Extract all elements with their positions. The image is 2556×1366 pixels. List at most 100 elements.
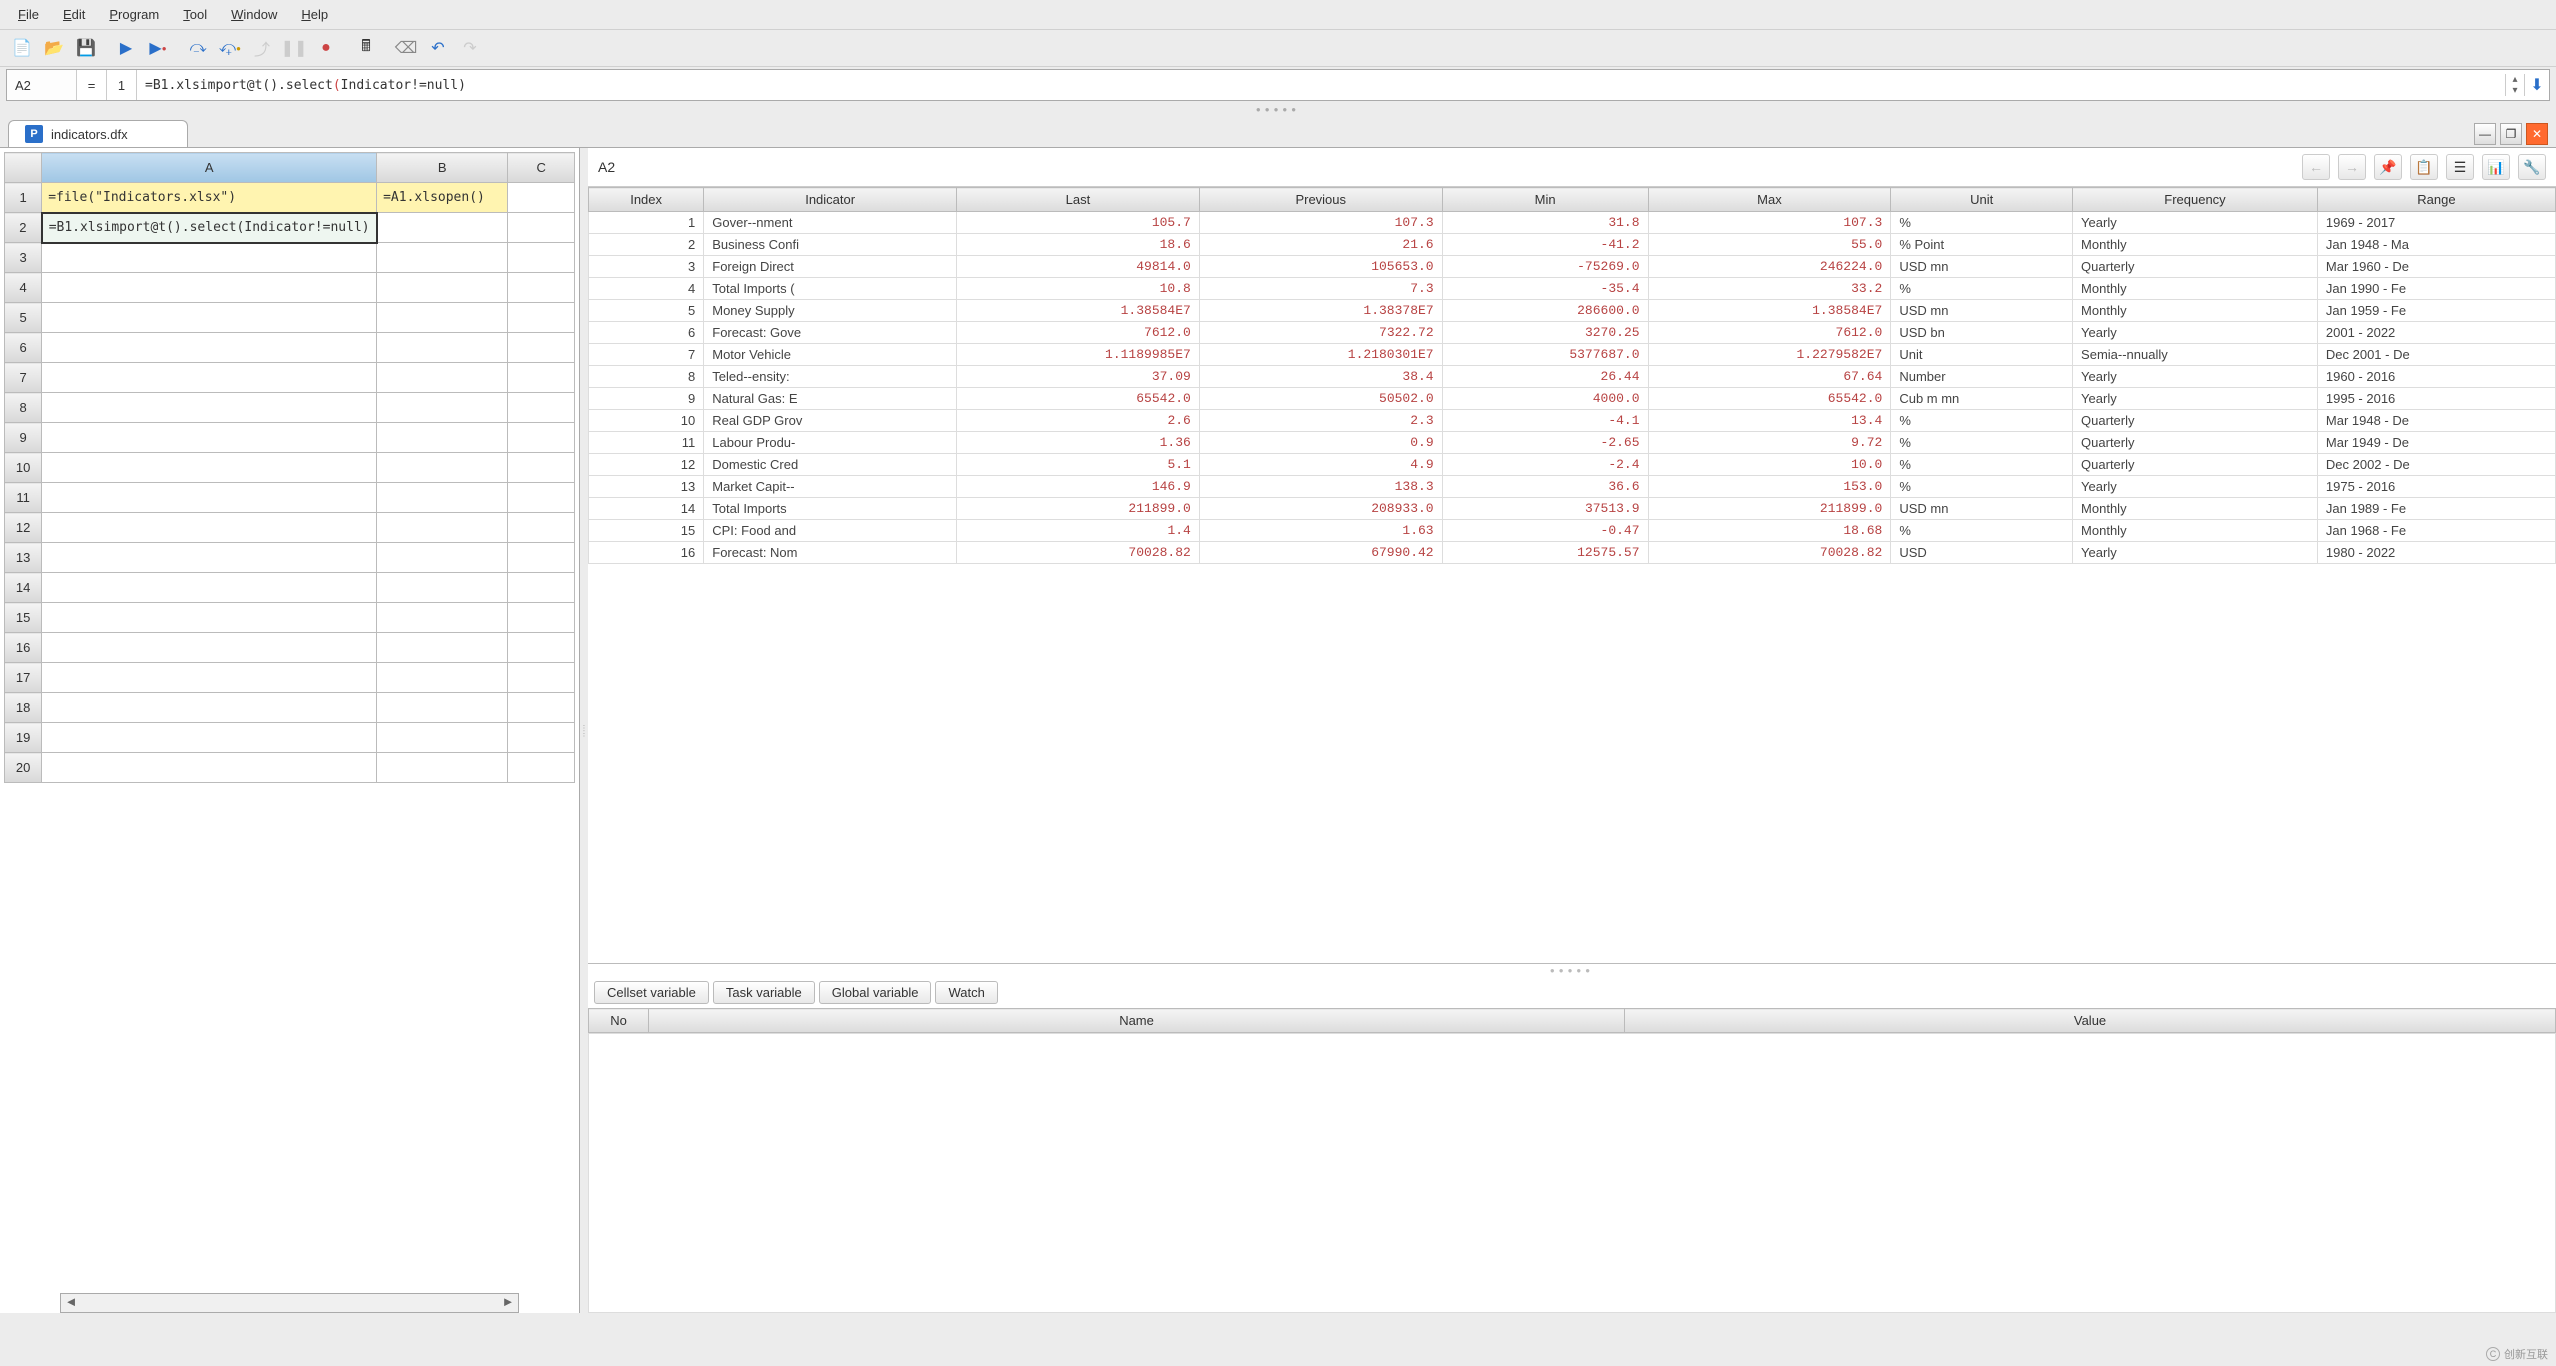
grid-cell[interactable] — [42, 663, 377, 693]
table-row[interactable]: 8Teled--ensity:37.0938.426.4467.64Number… — [589, 366, 2556, 388]
new-file-icon[interactable]: 📄 — [10, 36, 34, 60]
grid-cell[interactable] — [508, 663, 575, 693]
column-header-B[interactable]: B — [377, 153, 508, 183]
row-header[interactable]: 14 — [5, 573, 42, 603]
grid-cell[interactable] — [377, 543, 508, 573]
cellset-grid[interactable]: A B C 1=file("Indicators.xlsx")=A1.xlsop… — [4, 152, 575, 783]
row-header[interactable]: 8 — [5, 393, 42, 423]
grid-cell[interactable] — [377, 213, 508, 243]
row-header[interactable]: 12 — [5, 513, 42, 543]
grid-cell[interactable] — [508, 183, 575, 213]
grid-cell[interactable]: =file("Indicators.xlsx") — [42, 183, 377, 213]
grid-cell[interactable] — [508, 213, 575, 243]
grid-corner[interactable] — [5, 153, 42, 183]
scroll-right-icon[interactable]: ► — [498, 1294, 518, 1312]
row-header[interactable]: 3 — [5, 243, 42, 273]
table-row[interactable]: 16Forecast: Nom70028.8267990.4212575.577… — [589, 542, 2556, 564]
menu-edit[interactable]: Edit — [53, 3, 95, 26]
result-column-header[interactable]: Unit — [1891, 188, 2073, 212]
grid-cell[interactable] — [508, 423, 575, 453]
table-row[interactable]: 6Forecast: Gove7612.07322.723270.257612.… — [589, 322, 2556, 344]
table-row[interactable]: 12Domestic Cred5.14.9-2.410.0%QuarterlyD… — [589, 454, 2556, 476]
row-header[interactable]: 9 — [5, 423, 42, 453]
grid-cell[interactable] — [508, 333, 575, 363]
grid-cell[interactable] — [42, 243, 377, 273]
row-header[interactable]: 11 — [5, 483, 42, 513]
chart-button[interactable]: 📊 — [2482, 154, 2510, 180]
vertical-splitter[interactable]: ····· — [580, 148, 588, 1313]
grid-cell[interactable] — [377, 333, 508, 363]
table-row[interactable]: 4Total Imports (10.87.3-35.433.2%Monthly… — [589, 278, 2556, 300]
grid-cell[interactable] — [42, 303, 377, 333]
result-column-header[interactable]: Previous — [1199, 188, 1442, 212]
table-row[interactable]: 3Foreign Direct49814.0105653.0-75269.024… — [589, 256, 2556, 278]
grid-cell[interactable] — [42, 273, 377, 303]
grid-cell[interactable] — [42, 633, 377, 663]
table-row[interactable]: 7Motor Vehicle1.1189985E71.2180301E75377… — [589, 344, 2556, 366]
table-row[interactable]: 14Total Imports211899.0208933.037513.921… — [589, 498, 2556, 520]
result-column-header[interactable]: Frequency — [2073, 188, 2318, 212]
document-tab[interactable]: P indicators.dfx — [8, 120, 188, 147]
table-row[interactable]: 1Gover--nment105.7107.331.8107.3%Yearly1… — [589, 212, 2556, 234]
row-header[interactable]: 1 — [5, 183, 42, 213]
grid-cell[interactable] — [377, 363, 508, 393]
grid-cell[interactable] — [377, 423, 508, 453]
maximize-tab-button[interactable]: ❐ — [2500, 123, 2522, 145]
table-row[interactable]: 5Money Supply1.38584E71.38378E7286600.01… — [589, 300, 2556, 322]
row-header[interactable]: 2 — [5, 213, 42, 243]
grid-cell[interactable] — [508, 363, 575, 393]
row-header[interactable]: 4 — [5, 273, 42, 303]
nav-forward-button[interactable]: → — [2338, 154, 2366, 180]
tab-watch[interactable]: Watch — [935, 981, 997, 1004]
menu-help[interactable]: Help — [291, 3, 338, 26]
grid-cell[interactable] — [377, 573, 508, 603]
grid-cell[interactable] — [42, 333, 377, 363]
grid-cell[interactable] — [377, 723, 508, 753]
grid-cell[interactable] — [377, 663, 508, 693]
save-file-icon[interactable]: 💾 — [74, 36, 98, 60]
column-header-C[interactable]: C — [508, 153, 575, 183]
scroll-left-icon[interactable]: ◄ — [61, 1294, 81, 1312]
result-data-table[interactable]: IndexIndicatorLastPreviousMinMaxUnitFreq… — [588, 187, 2556, 564]
formula-spinner[interactable]: ▴▾ — [2505, 74, 2525, 96]
table-row[interactable]: 10Real GDP Grov2.62.3-4.113.4%QuarterlyM… — [589, 410, 2556, 432]
settings-button[interactable]: 🔧 — [2518, 154, 2546, 180]
grid-cell[interactable] — [377, 603, 508, 633]
result-column-header[interactable]: Max — [1648, 188, 1891, 212]
grid-cell[interactable] — [377, 753, 508, 783]
undo-icon[interactable]: ↶ — [426, 36, 450, 60]
grid-cell[interactable] — [508, 693, 575, 723]
grid-cell[interactable] — [508, 753, 575, 783]
grid-cell[interactable]: =B1.xlsimport@t().select(Indicator!=null… — [42, 213, 377, 243]
var-header-no[interactable]: No — [589, 1009, 649, 1033]
table-row[interactable]: 2Business Confi18.621.6-41.255.0% PointM… — [589, 234, 2556, 256]
grid-cell[interactable] — [508, 453, 575, 483]
grid-cell[interactable] — [42, 363, 377, 393]
row-header[interactable]: 19 — [5, 723, 42, 753]
grid-cell[interactable] — [377, 693, 508, 723]
grid-cell[interactable] — [508, 483, 575, 513]
grid-cell[interactable] — [377, 513, 508, 543]
result-column-header[interactable]: Index — [589, 188, 704, 212]
table-row[interactable]: 15CPI: Food and1.41.63-0.4718.68%Monthly… — [589, 520, 2556, 542]
grid-cell[interactable] — [377, 633, 508, 663]
var-header-value[interactable]: Value — [1625, 1009, 2556, 1033]
grid-cell[interactable] — [377, 303, 508, 333]
grid-cell[interactable] — [377, 273, 508, 303]
row-header[interactable]: 16 — [5, 633, 42, 663]
grid-cell[interactable] — [508, 273, 575, 303]
grid-horizontal-scrollbar[interactable]: ◄ ► — [60, 1293, 519, 1313]
text-view-button[interactable]: ☰ — [2446, 154, 2474, 180]
grid-cell[interactable] — [42, 483, 377, 513]
pause-icon[interactable]: ❚❚ — [282, 36, 306, 60]
grid-cell[interactable] — [377, 483, 508, 513]
clear-icon[interactable]: ⌫ — [394, 36, 418, 60]
menu-file[interactable]: File — [8, 3, 49, 26]
open-file-icon[interactable]: 📂 — [42, 36, 66, 60]
result-column-header[interactable]: Last — [957, 188, 1200, 212]
grid-cell[interactable] — [508, 633, 575, 663]
menu-window[interactable]: Window — [221, 3, 287, 26]
grid-cell[interactable] — [508, 303, 575, 333]
grid-cell[interactable] — [42, 453, 377, 483]
row-header[interactable]: 15 — [5, 603, 42, 633]
